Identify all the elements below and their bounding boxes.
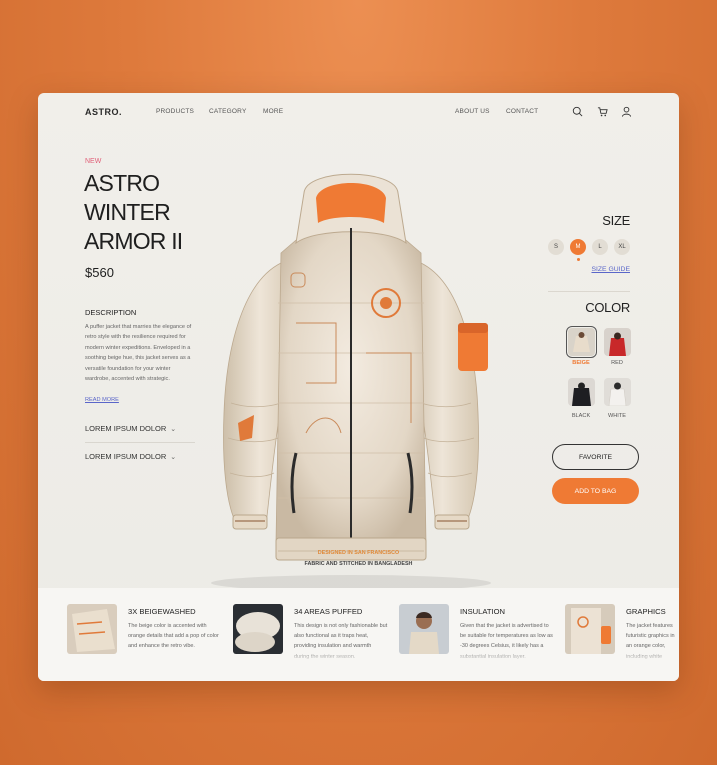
feature-title: INSULATION — [460, 607, 506, 616]
user-icon[interactable] — [621, 106, 632, 117]
feature-title: GRAPHICS — [626, 607, 666, 616]
divider — [548, 291, 630, 292]
feature-title: 34 AREAS PUFFED — [294, 607, 363, 616]
feature-text: Given that the jacket is advertised to b… — [460, 623, 553, 660]
nav-link-more[interactable]: MORE — [263, 108, 283, 115]
size-option-xl[interactable]: XL — [614, 239, 630, 255]
new-badge: NEW — [85, 158, 102, 165]
size-option-m[interactable]: M — [570, 239, 586, 255]
nav-link-contact[interactable]: CONTACT — [506, 108, 538, 115]
size-option-s[interactable]: S — [548, 239, 564, 255]
cart-icon[interactable] — [597, 106, 608, 117]
feature-text: The jacket features futuristic graphics … — [626, 623, 675, 660]
accordion-label: LOREM IPSUM DOLOR — [85, 424, 167, 433]
accordion-1[interactable]: LOREM IPSUM DOLOR ⌄ — [85, 424, 195, 433]
white-jacket-thumbnail — [604, 378, 631, 406]
feature-thumbnail — [565, 604, 615, 654]
selected-indicator — [577, 258, 580, 261]
chevron-down-icon: ⌄ — [170, 454, 177, 461]
description-heading: DESCRIPTION — [85, 308, 137, 317]
color-swatch-beige[interactable] — [566, 326, 597, 358]
nav-link-products[interactable]: PRODUCTS — [156, 108, 194, 115]
nav-link-about[interactable]: ABOUT US — [455, 108, 490, 115]
beige-jacket-thumbnail — [568, 328, 595, 356]
nav-link-category[interactable]: CATEGORY — [209, 108, 246, 115]
product-card: ASTRO. PRODUCTS CATEGORY MORE ABOUT US C… — [38, 93, 679, 681]
chevron-down-icon: ⌄ — [170, 426, 177, 433]
read-more-link[interactable]: READ MORE — [85, 397, 119, 403]
accordion-label: LOREM IPSUM DOLOR — [85, 452, 167, 461]
color-heading: COLOR — [585, 300, 630, 315]
color-swatch-red[interactable] — [604, 328, 631, 356]
feature-thumbnail — [67, 604, 117, 654]
feature-thumbnail — [233, 604, 283, 654]
size-guide-link[interactable]: SIZE GUIDE — [578, 266, 630, 273]
favorite-button[interactable]: FAVORITE — [552, 444, 639, 470]
color-swatch-white[interactable] — [604, 378, 631, 406]
description-text: A puffer jacket that marries the eleganc… — [85, 324, 192, 383]
top-nav: ASTRO. PRODUCTS CATEGORY MORE ABOUT US C… — [38, 93, 679, 131]
size-option-l[interactable]: L — [592, 239, 608, 255]
product-price: $560 — [85, 265, 114, 280]
feature-thumbnail — [399, 604, 449, 654]
color-label-red: RED — [611, 360, 623, 366]
color-label-beige: BEIGE — [572, 360, 590, 366]
red-jacket-thumbnail — [604, 328, 631, 356]
feature-text: The beige color is accented with orange … — [128, 623, 219, 650]
logo[interactable]: ASTRO. — [85, 107, 122, 117]
color-label-white: WHITE — [607, 413, 627, 419]
add-to-bag-button[interactable]: ADD TO BAG — [552, 478, 639, 504]
feature-title: 3X BEIGEWASHED — [128, 607, 196, 616]
feature-text: This design is not only fashionable but … — [294, 623, 388, 660]
divider — [85, 442, 195, 443]
black-jacket-thumbnail — [568, 378, 595, 406]
fabric-origin: FABRIC AND STITCHED IN BANGLADESH — [304, 561, 413, 567]
designed-in: DESIGNED IN SAN FRANCISCO — [317, 550, 400, 556]
accordion-2[interactable]: LOREM IPSUM DOLOR ⌄ — [85, 452, 195, 461]
size-heading: SIZE — [602, 213, 630, 228]
search-icon[interactable] — [572, 106, 583, 117]
color-swatch-black[interactable] — [568, 378, 595, 406]
color-label-black: BLACK — [571, 413, 591, 419]
features-strip: 3X BEIGEWASHED The beige color is accent… — [38, 588, 679, 681]
product-image — [211, 173, 491, 591]
